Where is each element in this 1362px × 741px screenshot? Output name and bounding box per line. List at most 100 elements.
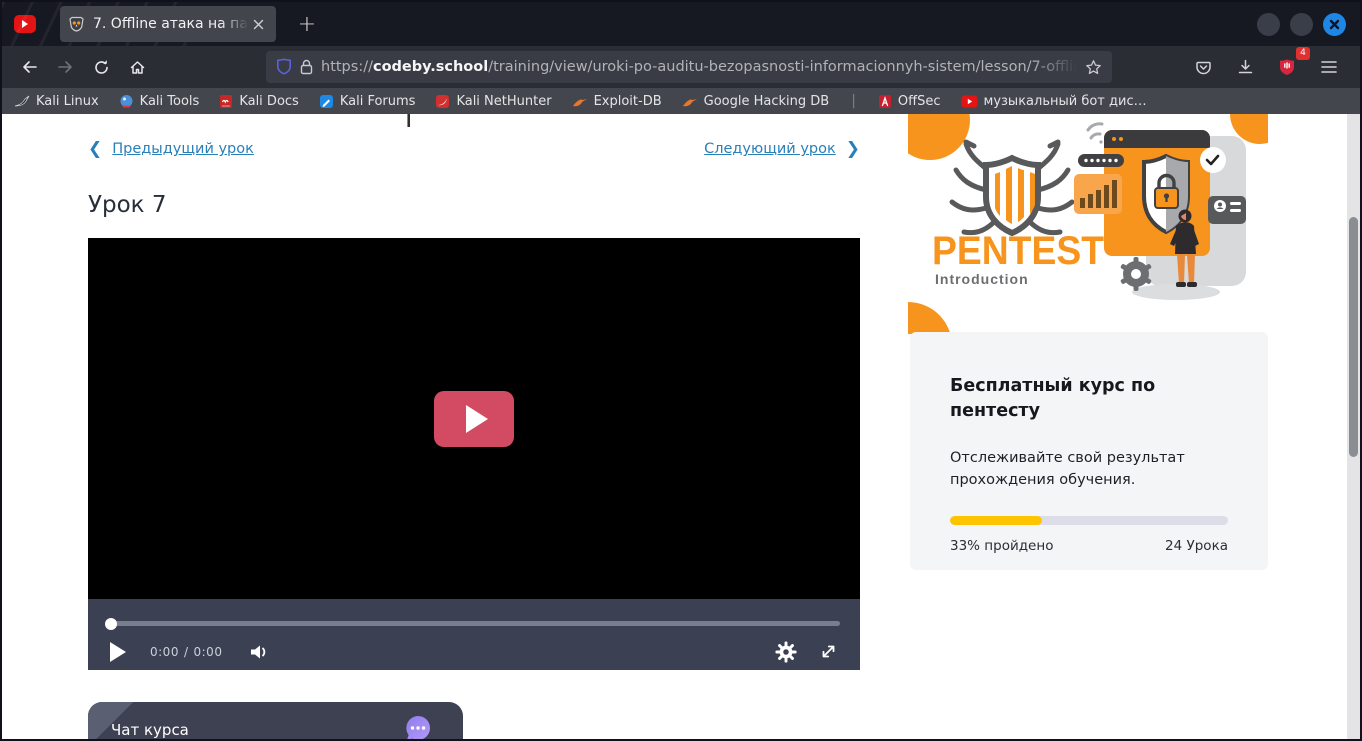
kali-dragon-icon <box>14 94 30 108</box>
fullscreen-icon <box>819 642 838 661</box>
seek-knob[interactable] <box>105 618 117 630</box>
kali-nethunter-icon <box>435 94 450 109</box>
reload-button[interactable] <box>84 51 118 83</box>
bookmarks-bar: Kali Linux Kali Tools Kali Docs Kali For… <box>2 88 1360 114</box>
google-hacking-db-bird-icon <box>682 95 698 108</box>
forward-button[interactable] <box>48 51 82 83</box>
course-sidebar: PENTEST Introduction <box>908 114 1268 334</box>
next-lesson-link[interactable]: Следующий урок ❯ <box>704 139 860 159</box>
scrollbar-thumb[interactable] <box>1349 217 1358 457</box>
kali-tools-icon <box>119 94 134 109</box>
volume-icon <box>248 642 270 662</box>
forward-icon <box>57 59 74 75</box>
download-icon <box>1237 59 1254 75</box>
bookmark-kali-linux[interactable]: Kali Linux <box>14 94 99 109</box>
chat-bubble-icon <box>403 714 433 739</box>
bookmark-kali-forums[interactable]: Kali Forums <box>319 94 416 109</box>
url-bar[interactable]: https://codeby.school/training/view/urok… <box>266 51 1112 83</box>
video-player: 0:00 / 0:00 <box>88 238 860 670</box>
gear-icon <box>775 641 797 663</box>
lesson-title: Урок 7 <box>88 192 167 218</box>
kali-forums-icon <box>319 94 334 109</box>
adblock-badge: 4 <box>1296 47 1310 60</box>
fullscreen-button[interactable] <box>819 642 838 661</box>
page-content: ❮ Предыдущий урок Следующий урок ❯ Урок … <box>2 114 1360 739</box>
tab-title: 7. Offline атака на пароли <box>93 16 248 32</box>
home-button[interactable] <box>120 51 154 83</box>
minimize-button[interactable] <box>1257 13 1280 36</box>
clipped-heading-remnant <box>407 114 410 127</box>
back-button[interactable] <box>12 51 46 83</box>
previous-lesson-link[interactable]: ❮ Предыдущий урок <box>88 139 254 159</box>
browser-tab-active[interactable]: 7. Offline атака на пароли <box>60 6 276 42</box>
progress-card-title: Бесплатный курс по пентесту <box>950 374 1228 425</box>
close-icon <box>1329 19 1340 30</box>
adblock-shield-icon <box>1278 58 1296 76</box>
navigation-toolbar: https://codeby.school/training/view/urok… <box>2 46 1360 88</box>
bookmark-offsec[interactable]: OffSec <box>878 94 941 109</box>
offsec-icon <box>878 94 892 109</box>
toolbar-right-icons: 4 <box>1186 51 1346 83</box>
title-bar: 7. Offline атака на пароли + <box>2 2 1360 46</box>
reload-icon <box>93 59 110 76</box>
bookmark-google-hacking-db[interactable]: Google Hacking DB <box>682 94 830 109</box>
progress-fill <box>950 516 1042 525</box>
hamburger-menu-icon <box>1321 60 1337 74</box>
orange-blob <box>908 114 970 160</box>
chevron-right-icon: ❯ <box>846 139 860 159</box>
course-progress-card: Бесплатный курс по пентесту Отслеживайте… <box>910 332 1268 570</box>
codeby-owl-favicon-icon <box>68 16 85 33</box>
current-time: 0:00 <box>150 645 179 659</box>
banner-subtitle: Introduction <box>935 271 1029 287</box>
pocket-button[interactable] <box>1186 51 1220 83</box>
course-banner-illustration: PENTEST Introduction <box>908 114 1268 334</box>
seek-bar[interactable] <box>106 621 840 626</box>
time-display: 0:00 / 0:00 <box>150 645 222 659</box>
browser-window: 7. Offline атака на пароли + <box>0 0 1362 741</box>
bookmark-star-icon[interactable] <box>1085 59 1102 76</box>
video-display[interactable] <box>88 238 860 599</box>
play-icon <box>466 405 488 433</box>
close-button[interactable] <box>1323 13 1346 36</box>
pocket-icon <box>1195 59 1212 75</box>
tab-close-icon[interactable] <box>248 14 268 34</box>
bookmark-music-bot[interactable]: музыкальный бот дис… <box>961 94 1147 109</box>
settings-button[interactable] <box>775 641 797 663</box>
youtube-icon[interactable] <box>14 15 36 33</box>
big-play-button[interactable] <box>434 391 514 447</box>
tracking-protection-shield-icon[interactable] <box>276 58 292 76</box>
url-domain: codeby.school <box>373 59 488 75</box>
progress-card-description: Отслеживайте свой результат прохождения … <box>950 447 1228 492</box>
lesson-navigation: ❮ Предыдущий урок Следующий урок ❯ <box>88 139 860 159</box>
lock-icon <box>300 59 313 75</box>
security-illustration <box>1074 124 1246 300</box>
window-controls <box>1257 13 1346 36</box>
lessons-count-label: 24 Урока <box>1165 538 1228 554</box>
youtube-icon <box>961 95 978 108</box>
url-text[interactable]: https://codeby.school/training/view/urok… <box>321 59 1077 75</box>
bookmark-kali-docs[interactable]: Kali Docs <box>219 94 299 109</box>
video-controls-bar: 0:00 / 0:00 <box>88 599 860 670</box>
home-icon <box>129 59 146 75</box>
play-button[interactable] <box>110 642 126 662</box>
volume-button[interactable] <box>248 642 270 662</box>
adblock-button[interactable]: 4 <box>1270 51 1304 83</box>
back-icon <box>21 59 38 75</box>
bookmark-exploit-db[interactable]: Exploit-DB <box>572 94 662 109</box>
bookmark-kali-tools[interactable]: Kali Tools <box>119 94 200 109</box>
bookmark-kali-nethunter[interactable]: Kali NetHunter <box>435 94 551 109</box>
downloads-button[interactable] <box>1228 51 1262 83</box>
bookmarks-separator: | <box>849 93 858 109</box>
progress-bar <box>950 516 1228 525</box>
menu-button[interactable] <box>1312 51 1346 83</box>
new-tab-button[interactable]: + <box>292 9 322 39</box>
pentest-spider-logo <box>952 142 1072 233</box>
page-scrollbar[interactable] <box>1347 114 1360 739</box>
course-chat-card[interactable]: Чат курса <box>88 702 463 739</box>
chevron-left-icon: ❮ <box>88 139 102 159</box>
duration: 0:00 <box>194 645 223 659</box>
time-separator: / <box>184 645 189 659</box>
kali-docs-icon <box>219 94 233 109</box>
maximize-button[interactable] <box>1290 13 1313 36</box>
chat-title: Чат курса <box>111 721 189 739</box>
